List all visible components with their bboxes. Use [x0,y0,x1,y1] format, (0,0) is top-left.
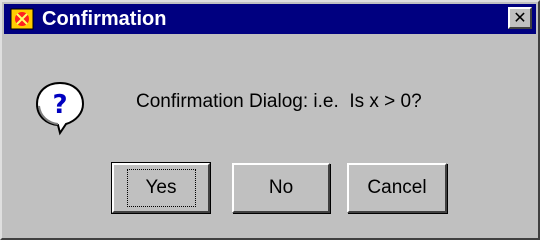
question-icon: ? [34,80,86,136]
app-icon [8,7,36,31]
close-button[interactable]: ✕ [508,7,532,29]
cancel-button-label: Cancel [367,177,427,198]
window-title: Confirmation [42,7,167,30]
confirmation-dialog: Confirmation ✕ ? Confirmation Dialog: i.… [0,0,540,240]
yes-button-label: Yes [126,169,196,207]
dialog-message: Confirmation Dialog: i.e. Is x > 0? [136,91,422,112]
cancel-button[interactable]: Cancel [347,163,447,213]
svg-text:?: ? [52,90,67,120]
close-icon: ✕ [513,8,527,27]
title-bar[interactable]: Confirmation ✕ [4,4,536,34]
no-button[interactable]: No [232,163,330,213]
yes-button[interactable]: Yes [111,162,211,214]
no-button-label: No [268,177,294,198]
